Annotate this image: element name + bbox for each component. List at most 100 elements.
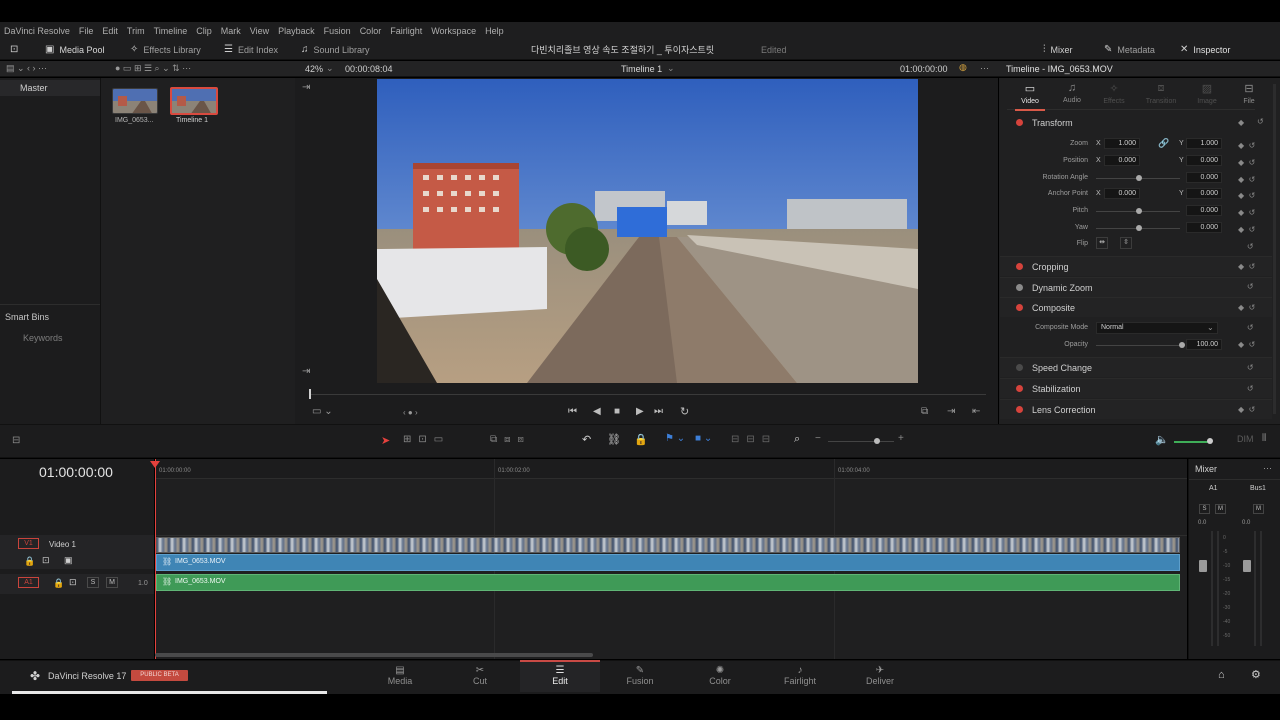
- stabilization-section[interactable]: Stabilization: [1000, 378, 1272, 398]
- a1-destination-button[interactable]: A1: [18, 577, 39, 588]
- viewer-options-icon[interactable]: ⋯: [980, 63, 989, 74]
- edit-index-button[interactable]: ☰ Edit Index: [224, 39, 278, 60]
- color-wheel-icon[interactable]: ◍: [959, 62, 967, 73]
- home-icon[interactable]: ⌂: [1218, 669, 1225, 681]
- audio-clip[interactable]: ⛓ IMG_0653.MOV: [156, 574, 1180, 591]
- transform-section[interactable]: Transform: [1000, 113, 1272, 133]
- link-icon[interactable]: 🔗: [1158, 138, 1169, 149]
- cropping-section[interactable]: Cropping: [1000, 256, 1272, 276]
- mixer-options-icon[interactable]: ⋯: [1263, 463, 1272, 474]
- composite-section[interactable]: Composite: [1000, 297, 1272, 317]
- lens-correction-toggle[interactable]: [1016, 406, 1023, 413]
- flip-horizontal-icon[interactable]: ⇹: [1096, 237, 1108, 249]
- zoom-out-icon[interactable]: −: [815, 433, 821, 444]
- viewer-frame[interactable]: [377, 79, 918, 383]
- page-media[interactable]: ▤ Media: [360, 662, 440, 692]
- pitch-field[interactable]: 0.000: [1186, 205, 1222, 216]
- transform-reset-icon[interactable]: ↺: [1257, 117, 1264, 126]
- flag-icon[interactable]: ⚑ ⌄: [665, 433, 685, 444]
- rotation-field[interactable]: 0.000: [1186, 172, 1222, 183]
- page-fairlight[interactable]: ♪ Fairlight: [760, 662, 840, 692]
- video-progress-bar[interactable]: [12, 691, 327, 694]
- opacity-field[interactable]: 100.00: [1186, 339, 1222, 350]
- v1-destination-button[interactable]: V1: [18, 538, 39, 549]
- timeline-selector[interactable]: Timeline 1: [621, 64, 662, 74]
- page-fusion[interactable]: ✎ Fusion: [600, 662, 680, 692]
- panel-toggle-button[interactable]: ⊡: [10, 39, 23, 60]
- keyframe-reset-icon[interactable]: ◆ ↺: [1238, 172, 1268, 189]
- insert-tools-icons[interactable]: ⧉⧈⧇: [490, 434, 531, 445]
- mixer-a1-mute-button[interactable]: M: [1215, 504, 1226, 514]
- media-pool-button[interactable]: ▣ Media Pool: [45, 39, 104, 60]
- transform-toggle[interactable]: [1016, 119, 1023, 126]
- cropping-toggle[interactable]: [1016, 263, 1023, 270]
- jump-to-start-button[interactable]: ⏮: [568, 406, 577, 417]
- zoom-icon[interactable]: ⌕: [794, 433, 800, 446]
- menu-fusion[interactable]: Fusion: [324, 26, 351, 36]
- settings-gear-icon[interactable]: ⚙: [1251, 668, 1261, 681]
- viewer-zoom[interactable]: 42%: [305, 64, 323, 74]
- menu-view[interactable]: View: [250, 26, 269, 36]
- mixer-bus-mute-button[interactable]: M: [1253, 504, 1264, 514]
- effects-library-button[interactable]: ✧ Effects Library: [130, 39, 201, 60]
- menu-mark[interactable]: Mark: [221, 26, 241, 36]
- opacity-slider[interactable]: [1096, 345, 1180, 346]
- timeline-chevron-icon[interactable]: ⌄: [667, 63, 675, 74]
- safe-area-icon[interactable]: ▭ ⌄: [312, 406, 333, 417]
- menu-clip[interactable]: Clip: [196, 26, 212, 36]
- transform-keyframe-icon[interactable]: ◆: [1238, 118, 1244, 127]
- flip-vertical-icon[interactable]: ⇳: [1120, 237, 1132, 249]
- keyframe-reset-icon[interactable]: ◆ ↺: [1238, 155, 1268, 172]
- opacity-reset-icon[interactable]: ◆ ↺: [1238, 340, 1255, 349]
- video-clip-thumbnails[interactable]: [156, 537, 1180, 553]
- tab-effects[interactable]: ✧ Effects: [1099, 82, 1129, 105]
- tab-file[interactable]: ⊟ File: [1234, 82, 1264, 105]
- mixer-a1-fader[interactable]: [1199, 560, 1207, 572]
- stabilization-reset-icon[interactable]: ↺: [1238, 384, 1254, 393]
- pitch-slider-handle[interactable]: [1136, 208, 1142, 214]
- inspector-button[interactable]: ✕ Inspector: [1180, 39, 1230, 60]
- speed-change-section[interactable]: Speed Change: [1000, 357, 1272, 377]
- yaw-field[interactable]: 0.000: [1186, 222, 1222, 233]
- master-bin[interactable]: [0, 80, 100, 96]
- stabilization-toggle[interactable]: [1016, 385, 1023, 392]
- selection-tool-icon[interactable]: ➤: [381, 434, 390, 447]
- clip-thumbnail[interactable]: [112, 88, 158, 114]
- speed-reset-icon[interactable]: ↺: [1238, 363, 1254, 372]
- zoom-in-icon[interactable]: +: [898, 433, 904, 444]
- sound-library-button[interactable]: ♫ Sound Library: [301, 39, 370, 60]
- scrubber-bar[interactable]: [310, 394, 986, 395]
- jump-start-icon[interactable]: ⇥: [302, 82, 310, 93]
- page-deliver[interactable]: ✈ Deliver: [840, 662, 920, 692]
- lens-reset-icon[interactable]: ◆ ↺: [1238, 405, 1255, 414]
- tab-audio[interactable]: ♫ Audio: [1057, 82, 1087, 104]
- composite-toggle[interactable]: [1016, 304, 1023, 311]
- zoom-y-field[interactable]: 1.000: [1186, 138, 1222, 149]
- opacity-slider-handle[interactable]: [1179, 342, 1185, 348]
- menu-timeline[interactable]: Timeline: [154, 26, 188, 36]
- jump-end-icon[interactable]: ⇥: [302, 366, 310, 377]
- mixer-a1-solo-button[interactable]: S: [1199, 504, 1210, 514]
- yaw-slider-handle[interactable]: [1136, 225, 1142, 231]
- mark-in-icon[interactable]: ⇥: [947, 406, 955, 417]
- mixer-bus-fader[interactable]: [1243, 560, 1251, 572]
- nav-arrows-icon[interactable]: ‹ ● ›: [403, 408, 418, 417]
- meter-icon[interactable]: ⫴: [1262, 433, 1266, 444]
- dynamic-zoom-section[interactable]: Dynamic Zoom: [1000, 277, 1272, 297]
- menu-file[interactable]: File: [79, 26, 94, 36]
- edit-tools-icons[interactable]: ⊞⊡▭: [403, 434, 450, 445]
- a1-mute-button[interactable]: M: [106, 577, 118, 588]
- linked-selection-icon[interactable]: ⛓: [607, 433, 621, 446]
- video-track-name[interactable]: Video 1: [49, 540, 76, 549]
- anchor-y-field[interactable]: 0.000: [1186, 188, 1222, 199]
- video-clip[interactable]: ⛓ IMG_0653.MOV: [156, 554, 1180, 571]
- timeline-thumbnail[interactable]: [170, 87, 218, 115]
- scrubber-head[interactable]: [309, 389, 311, 399]
- rotation-slider-handle[interactable]: [1136, 175, 1142, 181]
- lens-correction-section[interactable]: Lens Correction: [1000, 399, 1272, 419]
- anchor-x-field[interactable]: 0.000: [1104, 188, 1140, 199]
- keyframe-reset-icon[interactable]: ◆ ↺: [1238, 138, 1268, 155]
- play-button[interactable]: ▶: [636, 406, 644, 417]
- v1-visibility-icon[interactable]: ▣: [64, 555, 73, 566]
- a1-auto-select-icon[interactable]: ⊡: [69, 577, 77, 588]
